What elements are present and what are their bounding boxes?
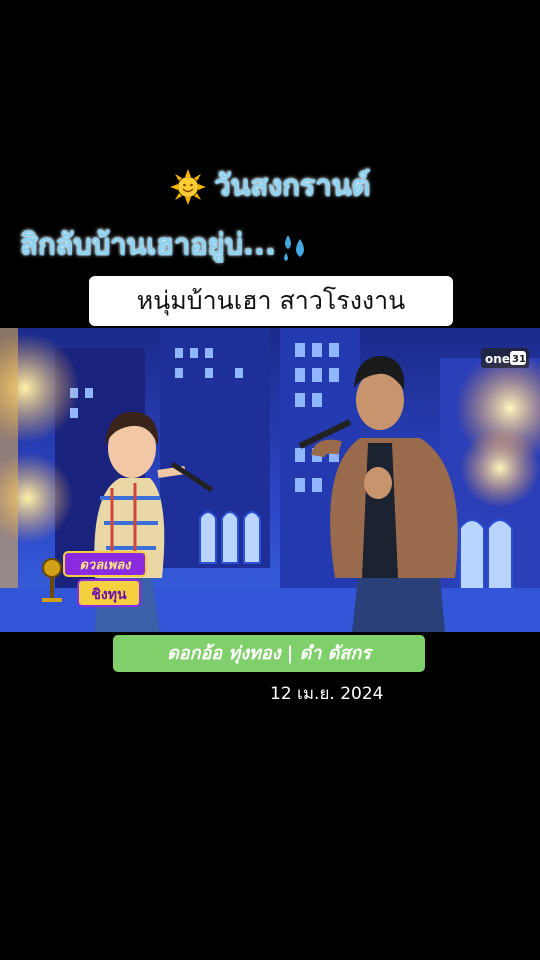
caption-text-2: สิกลับบ้านเฮาอยู่บ่... [20, 227, 276, 261]
broadcast-date: 12 เม.ย. 2024 [270, 684, 384, 704]
caption-text-1: วันสงกรานต์ [213, 168, 371, 202]
channel-logo: one 31 [481, 348, 529, 368]
caption-line-2: สิกลับบ้านเฮาอยู่บ่... [20, 221, 312, 267]
show-logo: ดวลเพลง ชิงทุน [42, 551, 147, 607]
sweat-droplets-emoji-icon [283, 235, 304, 261]
sun-emoji-icon [169, 169, 206, 205]
singers-label: ดอกอ้อ ทุ่งทอง | ดำ ดัสกร [113, 635, 425, 672]
caption-line-1: วันสงกรานต์ [0, 162, 540, 208]
channel-number: 31 [512, 354, 526, 365]
show-logo-line2: ชิงทุน [91, 587, 127, 603]
show-logo-line1: ดวลเพลง [79, 558, 132, 573]
video-frame[interactable]: one 31 ดวลเพลง ชิงทุน [0, 328, 540, 632]
song-title-banner: หนุ่มบ้านเฮา สาวโรงงาน [89, 276, 453, 326]
channel-logo-text: one [485, 352, 510, 366]
